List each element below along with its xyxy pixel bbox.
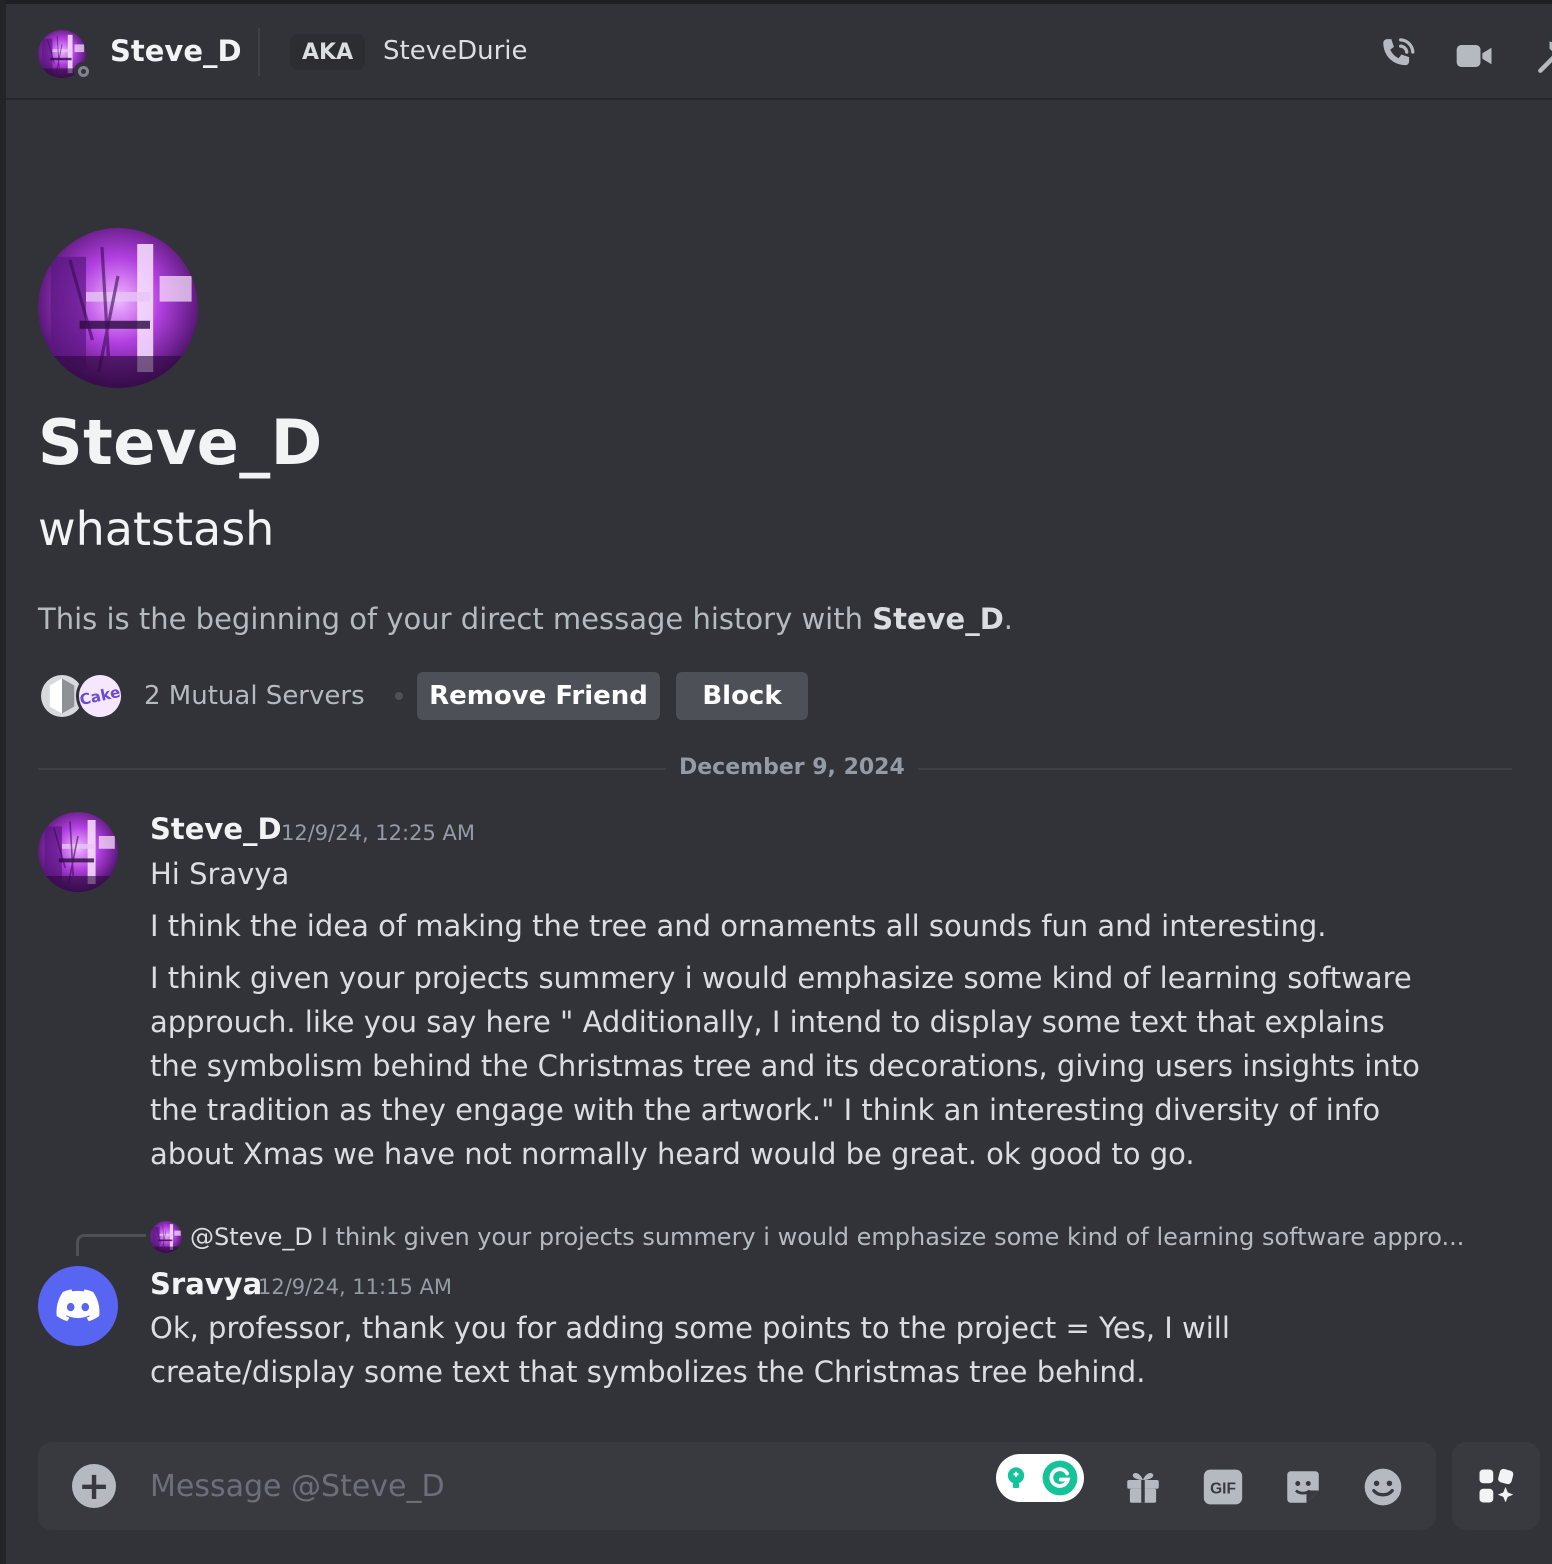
gif-label: GIF <box>1210 1480 1236 1497</box>
plus-icon[interactable]: + <box>72 1464 116 1508</box>
aka-name: SteveDurie <box>383 36 528 66</box>
video-icon[interactable] <box>1452 34 1498 78</box>
message-text: Hi Sravya <box>150 857 290 891</box>
reply-preview[interactable]: @Steve_D I think given your projects sum… <box>150 1220 1464 1254</box>
history-suffix: . <box>1003 602 1013 636</box>
gif-icon[interactable]: GIF <box>1200 1464 1246 1510</box>
message-avatar[interactable] <box>38 812 118 892</box>
message-timestamp: 12/9/24, 11:15 AM <box>258 1275 452 1299</box>
history-name: Steve_D <box>872 602 1004 636</box>
message-avatar[interactable] <box>38 1266 118 1346</box>
gift-icon[interactable] <box>1120 1464 1166 1510</box>
sticker-icon[interactable] <box>1280 1464 1326 1510</box>
lightbulb-icon <box>1007 1467 1025 1488</box>
message-text: I think the idea of making the tree and … <box>150 909 1327 943</box>
block-button[interactable]: Block <box>676 672 808 720</box>
profile-display-name: Steve_D <box>38 406 323 479</box>
offline-status-icon <box>74 62 92 80</box>
remove-friend-button[interactable]: Remove Friend <box>417 672 660 720</box>
reply-text[interactable]: I think given your projects summery i wo… <box>321 1223 1464 1251</box>
message-author[interactable]: Steve_D <box>150 812 282 846</box>
header-username[interactable]: Steve_D <box>110 34 242 68</box>
emoji-icon[interactable] <box>1360 1464 1406 1510</box>
mutual-servers-label[interactable]: 2 Mutual Servers <box>144 681 365 711</box>
apps-icon[interactable] <box>1452 1442 1540 1530</box>
message-input[interactable] <box>150 1464 970 1508</box>
history-prefix: This is the beginning of your direct mes… <box>38 602 873 636</box>
message-timestamp: 12/9/24, 12:25 AM <box>281 821 475 845</box>
profile-avatar[interactable] <box>38 228 198 388</box>
pin-icon[interactable] <box>1532 34 1552 78</box>
dot-separator <box>394 692 403 700</box>
grammarly-icon[interactable] <box>996 1454 1084 1502</box>
aka-badge: AKA <box>290 34 366 70</box>
reply-connector <box>76 1234 146 1256</box>
grammarly-g-icon <box>1042 1460 1078 1496</box>
reply-avatar <box>150 1221 182 1253</box>
reply-mention[interactable]: @Steve_D <box>190 1223 313 1251</box>
window-left-edge <box>0 0 6 1564</box>
message-text: I think given your projects summery i wo… <box>150 961 1420 1171</box>
dm-header: Steve_D AKA SteveDurie <box>6 4 1552 100</box>
header-separator <box>258 28 260 76</box>
message-author[interactable]: Sravya <box>150 1267 262 1301</box>
message-composer: + GIF <box>38 1442 1436 1530</box>
message-text: Ok, professor, thank you for adding some… <box>150 1311 1230 1389</box>
profile-username: whatstash <box>38 502 275 556</box>
mutual-servers[interactable]: Cake 2 Mutual Servers <box>38 667 403 725</box>
call-icon[interactable] <box>1374 34 1420 78</box>
discord-logo-icon <box>56 1289 100 1322</box>
header-avatar[interactable] <box>38 30 92 80</box>
dm-history-intro: This is the beginning of your direct mes… <box>38 602 1013 636</box>
date-divider-label: December 9, 2024 <box>666 755 918 780</box>
cake-server-icon: Cake <box>71 667 129 725</box>
